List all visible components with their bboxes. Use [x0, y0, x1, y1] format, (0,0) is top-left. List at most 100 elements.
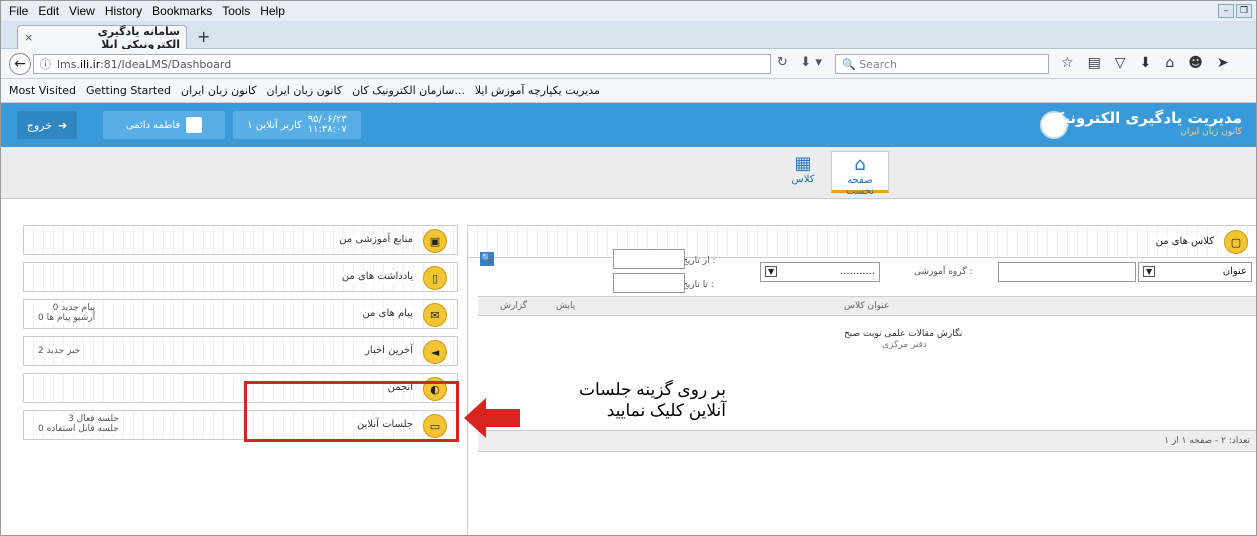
group-value: ...........	[840, 266, 875, 277]
bookmark-getting-started[interactable]: Getting Started	[86, 84, 171, 97]
time: ۱۱:۳۸:۰۷	[307, 124, 347, 135]
top-nav: ▦ کلاس ⌂ صفحه نخست	[1, 147, 1256, 199]
book-icon: ▣	[423, 229, 447, 253]
menu-help[interactable]: Help	[260, 4, 285, 18]
bookmark-lms[interactable]: مدیریت یکپارچه آموزش ایلا	[475, 84, 600, 97]
online-users: ۱ کاربر آنلاین	[247, 119, 302, 131]
note-line-2: آنلاین کلیک نمایید	[606, 401, 726, 420]
window-controls: – ❐	[1218, 4, 1252, 18]
restore-button[interactable]: ❐	[1236, 4, 1252, 18]
download-icon[interactable]: ⬇	[1140, 55, 1152, 71]
bookmark-kanoon[interactable]: کانون زبان ایران	[181, 84, 257, 97]
panel-label: پیام های من	[358, 308, 417, 319]
messages-counts: پیام جدید 0 آرشیو پیام ها 0	[36, 303, 98, 323]
group-label: گروه آموزشی :	[914, 267, 973, 277]
panel-news[interactable]: ◄ آخرین اخبار خبر جدید 2	[23, 336, 458, 366]
highlight-box	[244, 381, 459, 442]
usable-sessions: جلسه قابل استفاده 0	[38, 424, 119, 434]
class-icon: ▦	[794, 153, 812, 174]
panel-resources[interactable]: ▣ منابع آموزشی من	[23, 225, 458, 255]
pocket-icon[interactable]: ▽	[1115, 55, 1126, 71]
brand-subtitle: کانون زبان ایران	[1180, 127, 1242, 137]
search-placeholder: Search	[859, 58, 897, 71]
from-date-input[interactable]	[613, 249, 685, 269]
url-prefix: lms.	[57, 57, 80, 71]
url-path: :81/IdeaLMS/Dashboard	[100, 57, 232, 71]
col-report: گزارش	[500, 301, 528, 311]
nav-home[interactable]: ⌂ صفحه نخست	[831, 151, 889, 197]
exit-button[interactable]: خروج ➜	[17, 111, 77, 139]
menu-tools[interactable]: Tools	[222, 4, 250, 18]
chevron-down-icon: ▼	[765, 266, 778, 277]
title-filter-input[interactable]	[998, 262, 1136, 282]
search-input[interactable]: 🔍 Search	[835, 54, 1049, 74]
brand-title: مدیریت یادگیری الکترونیکی	[1040, 109, 1242, 127]
browser-tab[interactable]: سامانه یادگیری الکترونیکی ایلا ×	[17, 25, 187, 51]
panel-notes[interactable]: ▯ یادداشت های من	[23, 262, 458, 292]
send-icon[interactable]: ➤	[1217, 55, 1229, 71]
class-row-title[interactable]: نگارش مقالات علمی نوبت صبح	[844, 329, 962, 339]
new-news: خبر جدید 2	[36, 346, 83, 356]
close-tab-icon[interactable]: ×	[24, 31, 33, 44]
to-date-input[interactable]	[613, 273, 685, 293]
reader-icon[interactable]: ▤	[1088, 55, 1101, 71]
home-icon: ⌂	[854, 154, 866, 175]
panel-label: آخرین اخبار	[361, 345, 417, 356]
archived-messages: آرشیو پیام ها 0	[38, 313, 96, 323]
table-footer: تعداد: ۲ - صفحه ۱ از ۱	[478, 430, 1256, 452]
star-icon[interactable]: ☆	[1061, 55, 1074, 71]
panel-messages[interactable]: ✉ پیام های من پیام جدید 0 آرشیو پیام ها 0	[23, 299, 458, 329]
sessions-counts: جلسه فعال 3 جلسه قابل استفاده 0	[36, 414, 121, 434]
bookmark-org[interactable]: سازمان الکترونیک کان...	[352, 84, 465, 97]
tab-bar: سامانه یادگیری الکترونیکی ایلا × +	[1, 21, 1256, 51]
browser-window: File Edit View History Bookmarks Tools H…	[0, 0, 1257, 536]
bookmarks-bar: Most Visited Getting Started کانون زبان …	[1, 79, 1256, 103]
reload-icon[interactable]: ↻ ⬇ ▾	[777, 55, 822, 70]
col-monitor: پایش	[556, 301, 576, 311]
menu-view[interactable]: View	[69, 4, 95, 18]
nav-class-label: کلاس	[791, 174, 815, 185]
nav-home-label: صفحه نخست	[846, 175, 874, 197]
menu-bar: File Edit View History Bookmarks Tools H…	[1, 1, 1256, 21]
home-icon[interactable]: ⌂	[1165, 55, 1174, 71]
menu-file[interactable]: File	[9, 4, 28, 18]
info-icon[interactable]: ⓘ	[40, 56, 51, 72]
title-filter-value: عنوان	[1222, 266, 1247, 277]
menu-history[interactable]: History	[105, 4, 142, 18]
toolbar-icons: ☆ ▤ ▽ ⬇ ⌂ ☻ ➤	[1061, 55, 1229, 71]
instruction-note: بر روی گزینه جلسات آنلاین کلیک نمایید	[526, 379, 726, 421]
user-name: فاطمه دائمی	[125, 119, 181, 131]
brand: مدیریت یادگیری الکترونیکی کانون زبان ایر…	[1040, 109, 1242, 137]
note-line-1: بر روی گزینه جلسات	[579, 380, 726, 399]
online-box: ۱ کاربر آنلاین ۹۵/۰۶/۲۳ ۱۱:۳۸:۰۷	[233, 111, 361, 139]
group-select[interactable]: ▼...........	[760, 262, 880, 282]
my-classes-header: ▢ کلاس های من	[468, 226, 1256, 258]
minimize-button[interactable]: –	[1218, 4, 1234, 18]
avatar	[186, 117, 203, 133]
back-arrow-icon[interactable]: ←	[9, 53, 31, 75]
exit-label: خروج	[26, 118, 53, 132]
search-button[interactable]: 🔍	[480, 252, 494, 266]
menu-edit[interactable]: Edit	[38, 4, 59, 18]
nav-class[interactable]: ▦ کلاس	[781, 151, 825, 193]
active-sessions: جلسه فعال 3	[68, 414, 119, 424]
bookmark-kanoon-2[interactable]: کانون زبان ایران	[267, 84, 343, 97]
title-filter-select[interactable]: عنوان ▼	[1138, 262, 1252, 282]
chat-icon[interactable]: ☻	[1188, 55, 1203, 71]
megaphone-icon: ◄	[423, 340, 447, 364]
new-messages: پیام جدید 0	[52, 303, 96, 313]
chevron-down-icon: ▼	[1143, 266, 1156, 277]
my-classes-title: کلاس های من	[1151, 236, 1218, 247]
menu-bookmarks[interactable]: Bookmarks	[152, 4, 212, 18]
class-icon: ▢	[1224, 230, 1248, 254]
mail-icon: ✉	[423, 303, 447, 327]
pagination-text: تعداد: ۲ - صفحه ۱ از ۱	[1164, 436, 1250, 446]
url-domain: ili.ir	[80, 57, 101, 71]
url-bar[interactable]: ⓘ lms.ili.ir:81/IdeaLMS/Dashboard	[33, 54, 771, 74]
new-tab-button[interactable]: +	[197, 27, 210, 46]
user-box[interactable]: فاطمه دائمی	[103, 111, 225, 139]
bookmark-most-visited[interactable]: Most Visited	[9, 84, 76, 97]
panel-label: یادداشت های من	[337, 271, 417, 282]
logout-icon: ➜	[58, 118, 68, 132]
navigation-bar: ← ⓘ lms.ili.ir:81/IdeaLMS/Dashboard ↻ ⬇ …	[1, 49, 1256, 79]
